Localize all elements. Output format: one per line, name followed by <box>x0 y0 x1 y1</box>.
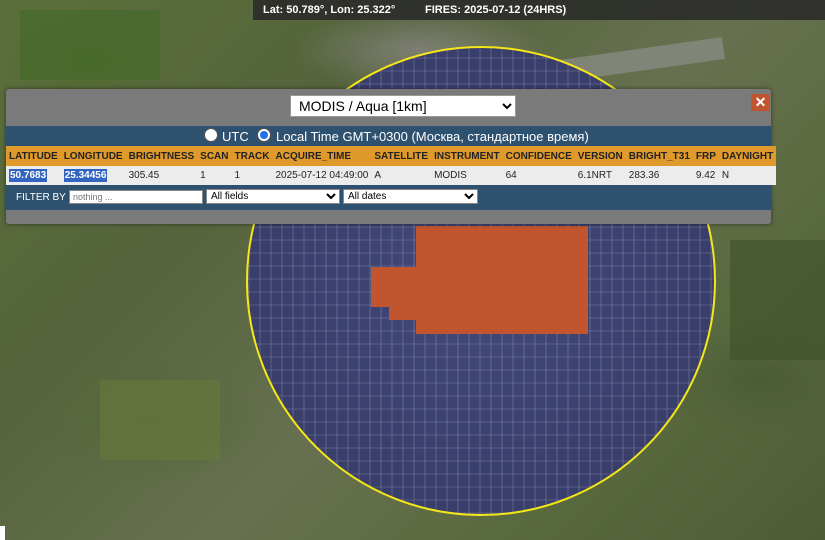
col-header[interactable]: INSTRUMENT <box>431 146 503 166</box>
field-filter-select[interactable]: All fields <box>206 189 340 204</box>
filter-label: FILTER BY <box>16 192 66 203</box>
fires-date: FIRES: 2025-07-12 (24HRS) <box>425 4 567 16</box>
table-row[interactable]: 50.7683 25.34456 305.45 1 1 2025-07-12 0… <box>6 166 777 185</box>
table-cell: N <box>718 166 777 185</box>
timezone-selector: UTC Local Time GMT+0300 (Москва, стандар… <box>6 126 771 146</box>
table-cell: 6.1NRT <box>574 166 626 185</box>
table-cell: A <box>371 166 432 185</box>
col-header[interactable]: VERSION <box>574 146 626 166</box>
latitude-value: 50.7683 <box>9 169 48 182</box>
col-header[interactable]: LATITUDE <box>6 146 61 166</box>
map-field <box>100 380 220 460</box>
fire-info-popup: MODIS / Aqua [1km] ✕ UTC Local Time GMT+… <box>6 89 777 224</box>
table-cell: 50.7683 <box>6 166 61 185</box>
filter-bar: FILTER BY All fields All dates <box>6 185 771 210</box>
local-time-radio[interactable] <box>257 128 271 142</box>
table-cell: 2025-07-12 04:49:00 <box>272 166 372 185</box>
longitude-value: 25.34456 <box>63 169 108 182</box>
local-time-label: Local Time GMT+0300 (Москва, стандартное… <box>276 129 589 144</box>
cursor-coordinates: Lat: 50.789°, Lon: 25.322° <box>263 4 396 16</box>
status-bar: Lat: 50.789°, Lon: 25.322° FIRES: 2025-0… <box>253 0 825 20</box>
map-field <box>20 10 160 80</box>
col-header[interactable]: DAYNIGHT <box>718 146 777 166</box>
close-icon[interactable]: ✕ <box>751 94 770 111</box>
col-header[interactable]: FRP <box>692 146 719 166</box>
table-cell: 283.36 <box>625 166 693 185</box>
fire-data-table: LATITUDE LONGITUDE BRIGHTNESS SCAN TRACK… <box>6 146 777 185</box>
filter-input[interactable] <box>69 190 203 204</box>
col-header[interactable]: ACQUIRE_TIME <box>272 146 372 166</box>
table-cell: 1 <box>197 166 232 185</box>
col-header[interactable]: TRACK <box>231 146 273 166</box>
table-header-row: LATITUDE LONGITUDE BRIGHTNESS SCAN TRACK… <box>6 146 777 166</box>
satellite-map[interactable] <box>0 0 825 540</box>
table-cell: 305.45 <box>125 166 198 185</box>
col-header[interactable]: SATELLITE <box>371 146 432 166</box>
table-cell: 1 <box>231 166 273 185</box>
map-field <box>730 240 825 360</box>
layer-select[interactable]: MODIS / Aqua [1km] <box>290 95 516 117</box>
utc-label: UTC <box>222 129 249 144</box>
table-cell: 9.42 <box>692 166 719 185</box>
table-cell: MODIS <box>431 166 503 185</box>
utc-radio[interactable] <box>204 128 218 142</box>
table-cell: 25.34456 <box>60 166 126 185</box>
col-header[interactable]: CONFIDENCE <box>502 146 575 166</box>
table-cell: 64 <box>502 166 575 185</box>
col-header[interactable]: BRIGHT_T31 <box>625 146 693 166</box>
col-header[interactable]: SCAN <box>197 146 232 166</box>
date-filter-select[interactable]: All dates <box>343 189 478 204</box>
col-header[interactable]: BRIGHTNESS <box>125 146 198 166</box>
col-header[interactable]: LONGITUDE <box>60 146 126 166</box>
map-corner-marker <box>0 526 5 540</box>
